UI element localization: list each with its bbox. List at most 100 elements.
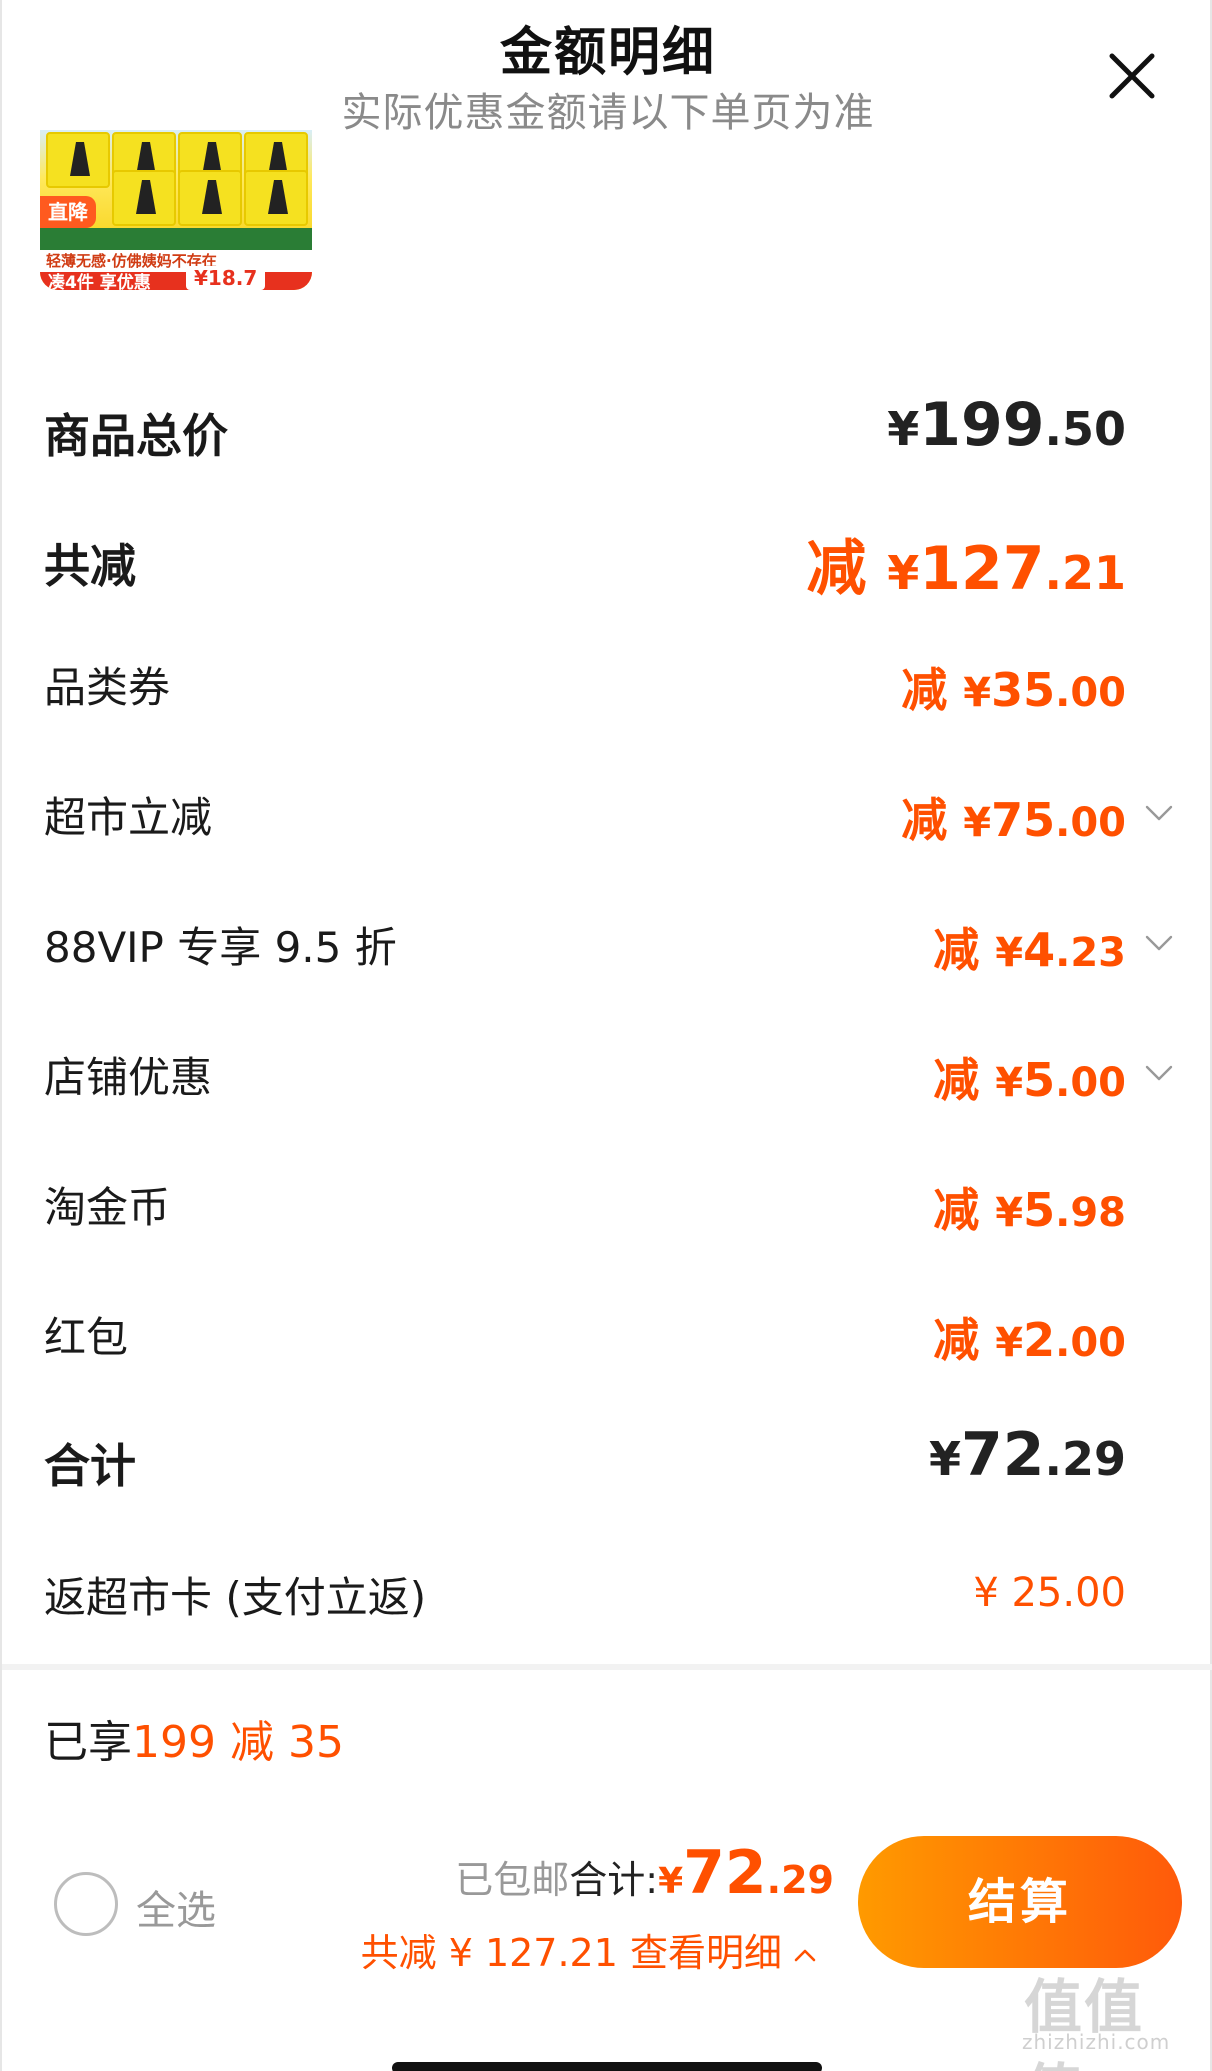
row-red-packet: 红包 减 ¥2.00 xyxy=(2,1280,1212,1400)
row-amount: 减 ¥4.23 xyxy=(933,914,1126,980)
row-store-discount[interactable]: 店铺优惠 减 ¥5.00 xyxy=(2,1020,1212,1140)
amount-integer: 4 xyxy=(1023,923,1056,977)
row-amount: ¥72.29 xyxy=(929,1420,1126,1490)
section-divider xyxy=(2,1664,1212,1670)
row-amount: ¥ 25.00 xyxy=(973,1570,1126,1616)
total-amount: ¥72.29 xyxy=(658,1838,834,1908)
amount-decimal: .00 xyxy=(1055,1320,1126,1366)
saved-amount-text: 共减 ¥ 127.21 查看明细 xyxy=(360,1931,782,1975)
amount-decimal: .21 xyxy=(1044,546,1127,600)
amount-prefix: 减 xyxy=(806,534,888,604)
amount-decimal: .23 xyxy=(1055,930,1126,976)
amount-currency: ¥ xyxy=(963,800,992,846)
select-all-label[interactable]: 全选 xyxy=(136,1878,216,1936)
free-shipping-label: 已包邮 xyxy=(455,1858,570,1902)
amount-currency: ¥ xyxy=(995,1060,1024,1106)
row-label: 店铺优惠 xyxy=(44,1053,213,1102)
total-line: 已包邮合计:¥72.29 xyxy=(455,1838,834,1908)
promo-text: 凑4件 享优惠 xyxy=(48,273,151,290)
amount-decimal: .50 xyxy=(1044,402,1127,456)
chevron-up-icon xyxy=(794,1949,816,1961)
amount-prefix: 减 xyxy=(933,1183,996,1237)
close-icon xyxy=(1109,53,1155,99)
row-label: 品类券 xyxy=(44,663,171,712)
row-grand-total: 合计 ¥72.29 xyxy=(2,1410,1212,1530)
product-pack-image xyxy=(244,170,308,226)
amount-prefix: 减 xyxy=(933,1053,996,1107)
sheet-header: 金额明细 实际优惠金额请以下单页为准 xyxy=(2,0,1212,136)
row-cashback-card: 返超市卡 (支付立返) ¥ 25.00 xyxy=(2,1540,1212,1660)
watermark: 值值值 zhizhizhi.com xyxy=(1014,1960,1190,2071)
amount-currency: ¥ xyxy=(995,1190,1024,1236)
row-category-coupon: 品类券 减 ¥35.00 xyxy=(2,630,1212,750)
amount-currency: ¥ xyxy=(995,1320,1024,1366)
row-amount: ¥199.50 xyxy=(887,390,1126,460)
amount-decimal: .00 xyxy=(1055,1060,1126,1106)
amount-decimal: .00 xyxy=(1055,670,1126,716)
amount-currency: ¥ xyxy=(887,402,920,456)
row-label: 淘金币 xyxy=(44,1183,171,1232)
row-amount: 减 ¥35.00 xyxy=(901,654,1126,720)
chevron-down-icon[interactable] xyxy=(1142,1056,1176,1090)
view-detail-link[interactable]: 共减 ¥ 127.21 查看明细 xyxy=(361,1922,818,1977)
row-supermarket-discount[interactable]: 超市立减 减 ¥75.00 xyxy=(2,760,1212,880)
amount-integer: 72 xyxy=(961,1420,1045,1490)
amount-decimal: .29 xyxy=(1044,1432,1127,1486)
amount-prefix: 减 xyxy=(933,1313,996,1367)
home-indicator xyxy=(392,2062,822,2071)
promo-price: ¥18.7 xyxy=(186,266,266,290)
total-decimal: .29 xyxy=(766,1858,834,1902)
row-label: 返超市卡 (支付立返) xyxy=(44,1573,427,1622)
amount-prefix: 减 xyxy=(901,793,964,847)
checkout-button[interactable]: 结算 xyxy=(858,1836,1182,1968)
product-thumbnail[interactable]: 直降 轻薄无感·仿佛姨妈不存在 凑4件 享优惠 ¥18.7 xyxy=(40,130,312,290)
amount-integer: 5 xyxy=(1023,1183,1056,1237)
row-label: 红包 xyxy=(44,1313,129,1362)
applied-promotion-highlight: 199 减 35 xyxy=(132,1717,344,1768)
applied-promotion: 已享199 减 35 xyxy=(44,1706,344,1770)
close-button[interactable] xyxy=(1102,46,1162,106)
amount-currency: ¥ xyxy=(995,930,1024,976)
amount-currency: ¥ xyxy=(887,546,920,600)
amount-decimal: .98 xyxy=(1055,1190,1126,1236)
amount-currency: ¥ xyxy=(963,670,992,716)
row-amount: 减 ¥5.00 xyxy=(933,1044,1126,1110)
row-label: 共减 xyxy=(44,539,136,593)
row-label: 合计 xyxy=(44,1439,136,1493)
row-amount: 减 ¥75.00 xyxy=(901,784,1126,850)
row-label: 商品总价 xyxy=(44,409,228,463)
row-total-discount: 共减 减 ¥127.21 xyxy=(2,510,1212,630)
amount-prefix: 减 xyxy=(933,923,996,977)
amount-integer: 75 xyxy=(991,793,1056,847)
thumb-info-stripe xyxy=(40,228,312,250)
select-all-radio[interactable] xyxy=(54,1872,118,1936)
chevron-down-icon[interactable] xyxy=(1142,796,1176,830)
row-88vip-discount[interactable]: 88VIP 专享 9.5 折 减 ¥4.23 xyxy=(2,890,1212,1010)
amount-integer: 5 xyxy=(1023,1053,1056,1107)
total-currency: ¥ xyxy=(658,1861,684,1902)
amount-decimal: .00 xyxy=(1055,800,1126,846)
product-pack-image xyxy=(46,132,110,188)
product-pack-image xyxy=(112,170,176,226)
watermark-logo: 值值值 xyxy=(1024,1973,1145,2071)
amount-integer: 35 xyxy=(991,663,1056,717)
total-label: 合计: xyxy=(569,1858,659,1902)
chevron-down-icon[interactable] xyxy=(1142,926,1176,960)
promo-bar: 凑4件 享优惠 ¥18.7 xyxy=(40,266,312,290)
sheet-title: 金额明细 xyxy=(499,23,716,83)
amount-value: 25.00 xyxy=(1011,1570,1126,1616)
amount-detail-sheet: 金额明细 实际优惠金额请以下单页为准 直降 轻薄无感·仿佛姨妈不存在 凑4件 享… xyxy=(0,0,1212,2071)
row-subtotal: 商品总价 ¥199.50 xyxy=(2,380,1212,500)
amount-integer: 2 xyxy=(1023,1313,1056,1367)
applied-promotion-prefix: 已享 xyxy=(44,1717,132,1768)
amount-currency: ¥ xyxy=(928,1432,961,1486)
amount-integer: 199 xyxy=(919,390,1045,460)
total-integer: 72 xyxy=(683,1838,767,1908)
row-amount: 减 ¥5.98 xyxy=(933,1174,1126,1240)
amount-currency: ¥ xyxy=(973,1570,1012,1616)
row-label: 88VIP 专享 9.5 折 xyxy=(44,923,397,972)
amount-integer: 127 xyxy=(919,534,1045,604)
watermark-url: zhizhizhi.com xyxy=(1022,2030,1171,2054)
row-amount: 减 ¥2.00 xyxy=(933,1304,1126,1370)
row-label: 超市立减 xyxy=(44,793,213,842)
